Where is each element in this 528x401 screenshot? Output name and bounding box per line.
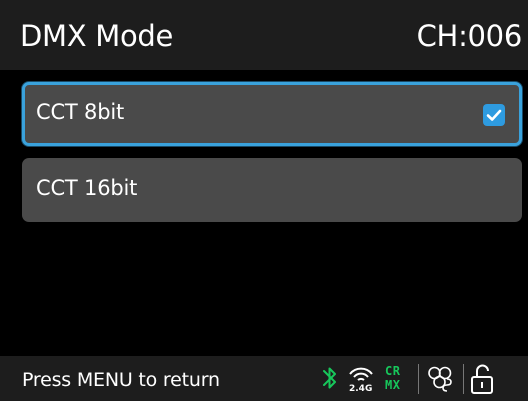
header-bar: DMX Mode CH:006 (0, 0, 528, 70)
wifi-band-label: 2.4G (349, 384, 373, 394)
dmx-channel-label: CH:006 (416, 19, 523, 53)
options-list: CCT 8bit CCT 16bit (0, 70, 528, 356)
checkbox-checked-icon[interactable] (483, 104, 505, 126)
crmx-bottom-label: MX (385, 378, 401, 392)
option-cct-16bit[interactable]: CCT 16bit (22, 158, 522, 222)
status-bar: Press MENU to return 2.4G CR MX (0, 356, 528, 401)
linked-status-icon (428, 366, 452, 392)
option-label: CCT 16bit (36, 176, 138, 200)
crmx-icon: CR MX (383, 356, 411, 401)
crmx-top-label: CR (385, 364, 401, 378)
option-label: CCT 8bit (36, 100, 124, 124)
bluetooth-icon (323, 367, 336, 389)
return-hint: Press MENU to return (22, 369, 220, 391)
status-divider (418, 364, 419, 394)
status-divider (463, 364, 464, 394)
wifi-2.4g-icon: 2.4G (347, 356, 375, 401)
status-icons: 2.4G CR MX (319, 356, 528, 401)
page-title: DMX Mode (20, 19, 174, 53)
option-cct-8bit[interactable]: CCT 8bit (22, 82, 522, 146)
unlock-icon (471, 364, 493, 394)
